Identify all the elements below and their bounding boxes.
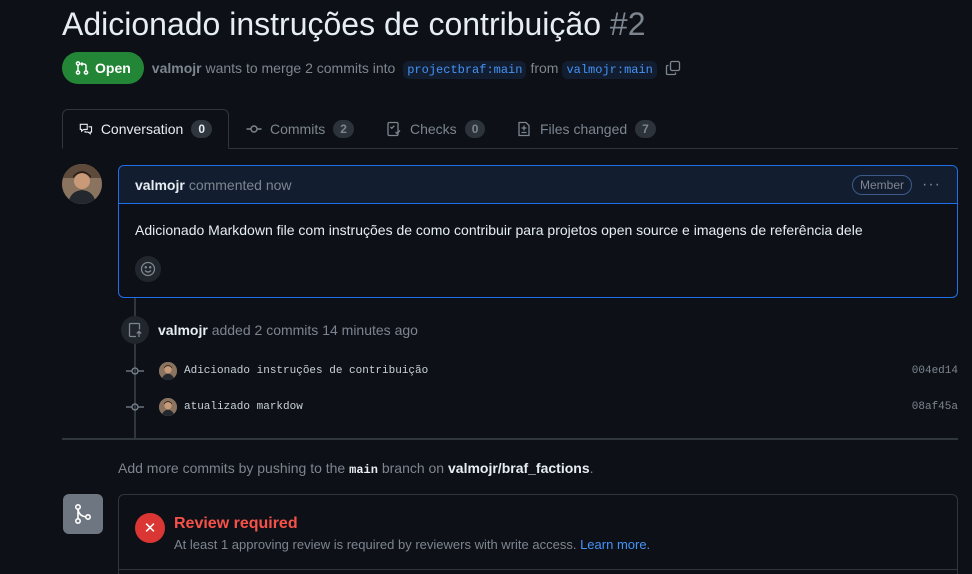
pull-request-page: Adicionado instruções de contribuição #2…	[0, 0, 972, 574]
avatar[interactable]	[62, 164, 102, 204]
push-author[interactable]: valmojr	[158, 322, 208, 338]
page-title: Adicionado instruções de contribuição #2	[62, 6, 645, 43]
comment-timestamp: commented now	[188, 176, 292, 193]
base-branch[interactable]: projectbraf:main	[403, 60, 527, 79]
x-circle-icon: ✕	[135, 513, 165, 543]
comment-header: valmojr commented now Member ···	[119, 166, 957, 204]
smiley-icon	[140, 261, 156, 277]
tab-conversation-count: 0	[191, 120, 212, 138]
review-text: At least 1 approving review is required …	[174, 537, 577, 552]
git-merge-icon	[75, 503, 92, 524]
from-text: from	[530, 59, 559, 76]
copy-icon[interactable]	[665, 60, 681, 76]
member-badge: Member	[852, 174, 913, 195]
pr-tabs: Conversation 0 Commits 2 Checks 0 Files …	[62, 109, 958, 149]
learn-more-link[interactable]: Learn more.	[580, 537, 650, 552]
checklist-icon	[387, 121, 401, 137]
status-badge: Open	[62, 52, 144, 84]
avatar-image	[159, 398, 177, 416]
pr-title: Adicionado instruções de contribuição	[62, 6, 601, 42]
timeline-divider	[62, 438, 958, 440]
hint-repo-link[interactable]: valmojr/braf_factions	[448, 460, 590, 476]
commit-avatar[interactable]	[159, 398, 177, 416]
tab-checks-label: Checks	[410, 121, 457, 137]
merge-description: valmojr wants to merge 2 commits into pr…	[152, 59, 661, 79]
push-event-text: added 2 commits 14 minutes ago	[211, 322, 418, 338]
comment-discussion-icon	[79, 123, 93, 135]
commit-row: Adicionado instruções de contribuição 00…	[126, 359, 958, 383]
avatar-image	[159, 362, 177, 380]
commit-message[interactable]: Adicionado instruções de contribuição	[184, 365, 428, 377]
push-event-badge	[121, 316, 149, 344]
commit-dot	[126, 365, 144, 377]
add-reaction-button[interactable]	[135, 256, 161, 282]
tab-files-changed-label: Files changed	[540, 121, 628, 137]
tab-files-changed-count: 7	[635, 120, 656, 138]
review-description: At least 1 approving review is required …	[174, 537, 650, 552]
tab-checks[interactable]: Checks 0	[370, 109, 501, 149]
commit-sha[interactable]: 004ed14	[912, 365, 958, 377]
comment-box: valmojr commented now Member ··· Adicion…	[118, 165, 958, 298]
tab-conversation[interactable]: Conversation 0	[62, 109, 229, 149]
pr-meta: Open valmojr wants to merge 2 commits in…	[62, 52, 681, 84]
hint-middle: branch on	[381, 460, 445, 476]
git-commit-icon	[126, 403, 144, 411]
merge-text: wants to merge 2 commits into	[205, 59, 396, 76]
avatar-image	[62, 164, 102, 204]
tab-checks-count: 0	[464, 120, 486, 138]
git-commit-icon	[126, 367, 144, 375]
merge-status-badge	[63, 494, 103, 534]
pr-number: #2	[609, 6, 646, 42]
commit-sha[interactable]: 08af45a	[912, 401, 958, 413]
hint-prefix: Add more commits by pushing to the	[118, 460, 346, 476]
pr-author-link[interactable]: valmojr	[152, 60, 202, 76]
head-branch[interactable]: valmojr:main	[562, 60, 657, 79]
hint-branch: main	[349, 463, 378, 477]
status-label: Open	[95, 60, 131, 76]
commit-avatar[interactable]	[159, 362, 177, 380]
repo-push-icon	[128, 322, 142, 338]
review-title: Review required	[174, 515, 298, 532]
git-pull-request-icon	[75, 61, 89, 75]
tab-commits-label: Commits	[270, 121, 326, 137]
kebab-menu-icon[interactable]: ···	[922, 176, 941, 194]
commit-message[interactable]: atualizado markdow	[184, 401, 303, 413]
hint-suffix: .	[589, 460, 594, 476]
merge-box-divider	[119, 569, 957, 570]
file-diff-icon	[518, 121, 530, 137]
comment-author[interactable]: valmojr	[135, 177, 185, 193]
tab-commits-count: 2	[333, 120, 354, 138]
push-hint: Add more commits by pushing to the main …	[118, 460, 594, 477]
commit-dot	[126, 401, 144, 413]
tab-files-changed[interactable]: Files changed 7	[500, 109, 672, 149]
tab-commits[interactable]: Commits 2	[230, 109, 370, 149]
merge-box: ✕ Review required At least 1 approving r…	[118, 494, 958, 574]
git-commit-icon	[246, 125, 262, 133]
commit-row: atualizado markdow 08af45a	[126, 395, 958, 419]
comment-body: Adicionado Markdown file com instruções …	[135, 222, 863, 238]
tab-conversation-label: Conversation	[100, 121, 184, 137]
push-event: valmojr added 2 commits 14 minutes ago	[158, 322, 418, 338]
